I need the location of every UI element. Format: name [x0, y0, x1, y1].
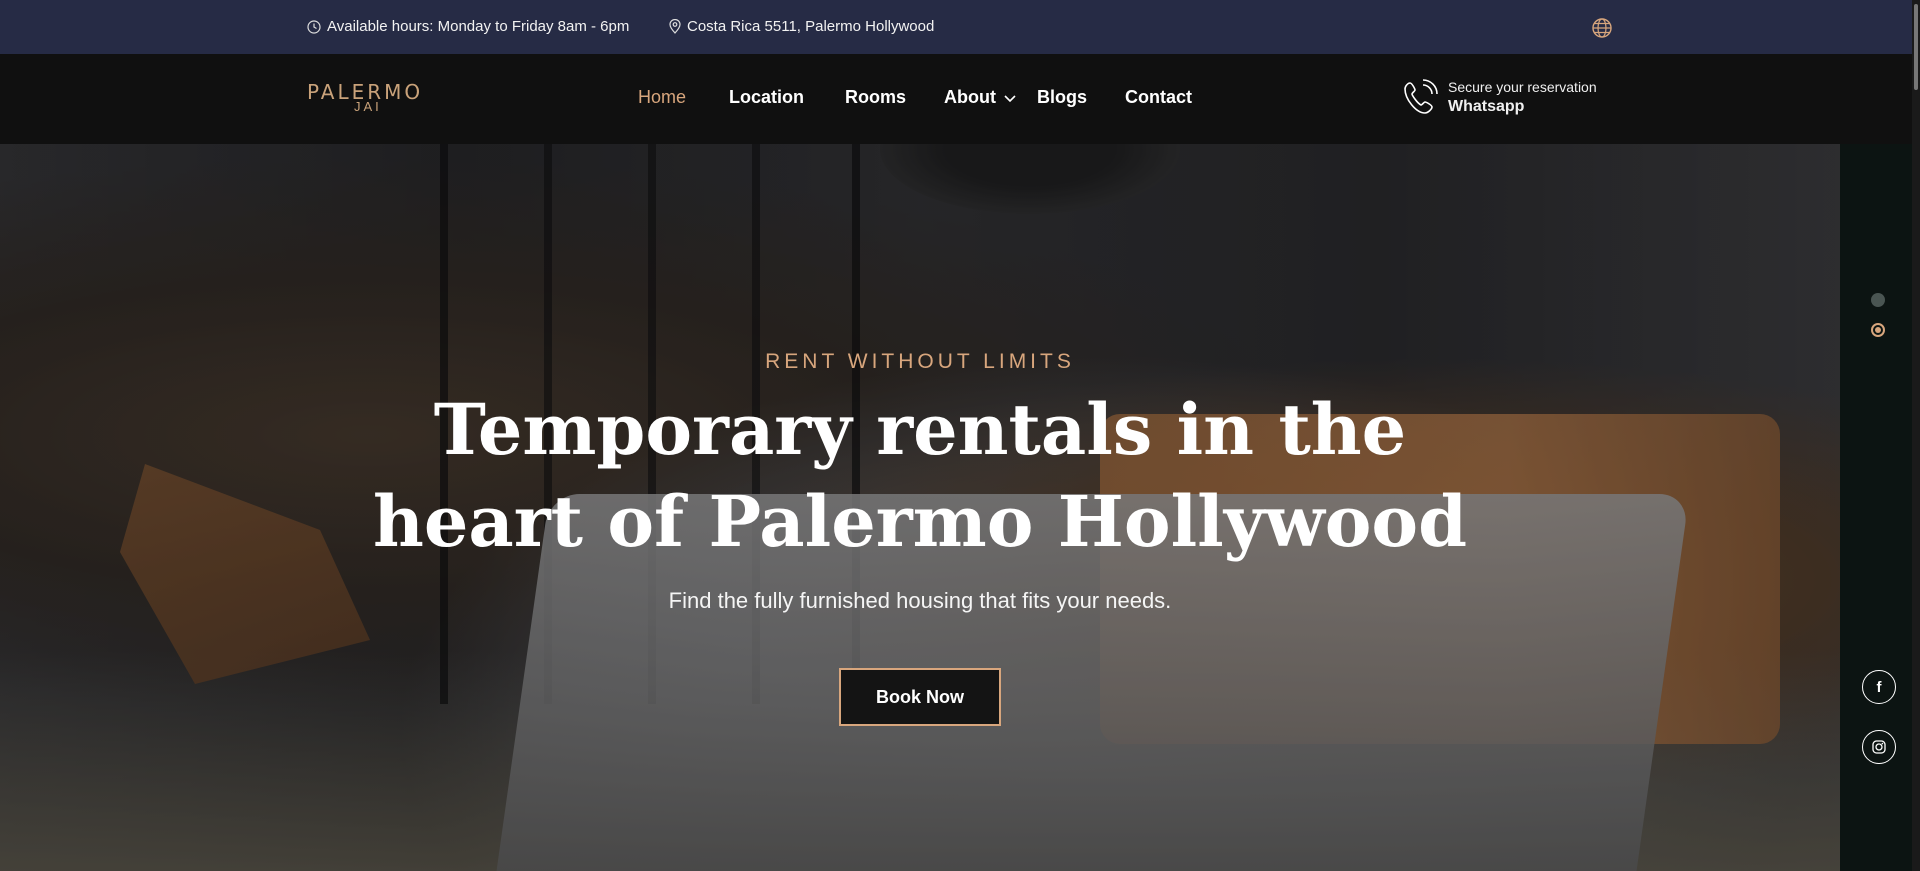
nav-rooms[interactable]: Rooms: [845, 87, 906, 108]
chevron-down-icon[interactable]: [1004, 95, 1016, 103]
globe-icon[interactable]: [1592, 18, 1612, 38]
top-info-bar: Available hours: Monday to Friday 8am - …: [0, 0, 1920, 54]
facebook-icon[interactable]: f: [1862, 670, 1896, 704]
main-navbar: PALERMO JAI Home Location Rooms About Bl…: [0, 54, 1920, 144]
slide-dot-2-active[interactable]: [1871, 323, 1885, 337]
logo-line2: JAI: [354, 99, 382, 114]
hero-headline-line1: Temporary rentals in the: [433, 388, 1407, 471]
whatsapp-label: Whatsapp: [1448, 98, 1525, 115]
hours-text: Available hours: Monday to Friday 8am - …: [327, 18, 630, 35]
address-info: Costa Rica 5511, Palermo Hollywood: [669, 18, 934, 35]
phone-icon: [1404, 79, 1438, 114]
address-text: Costa Rica 5511, Palermo Hollywood: [687, 18, 935, 35]
reservation-link[interactable]: Secure your reservation Whatsapp: [1402, 78, 1597, 118]
slide-dot-1[interactable]: [1871, 293, 1885, 307]
hero-section: RENT WITHOUT LIMITS Temporary rentals in…: [0, 144, 1840, 871]
instagram-icon[interactable]: [1862, 730, 1896, 764]
hero-subtitle: Find the fully furnished housing that fi…: [668, 588, 1172, 613]
location-pin-icon: [669, 19, 681, 34]
book-now-button[interactable]: Book Now: [839, 668, 1001, 726]
hero-content: RENT WITHOUT LIMITS Temporary rentals in…: [0, 144, 1840, 871]
facebook-glyph: f: [1876, 678, 1882, 696]
hours-info: Available hours: Monday to Friday 8am - …: [307, 18, 629, 35]
nav-blogs[interactable]: Blogs: [1037, 87, 1087, 108]
nav-location[interactable]: Location: [729, 87, 804, 108]
instagram-glyph: [1872, 740, 1886, 754]
logo[interactable]: PALERMO JAI: [307, 82, 431, 116]
nav-about[interactable]: About: [944, 87, 996, 108]
right-rail: f: [1840, 144, 1920, 871]
hero-headline: Temporary rentals in the heart of Palerm…: [0, 384, 1840, 568]
scrollbar-thumb[interactable]: [1914, 4, 1918, 90]
reservation-label: Secure your reservation: [1448, 79, 1597, 95]
nav-contact[interactable]: Contact: [1125, 87, 1192, 108]
hero-headline-line2: heart of Palermo Hollywood: [372, 480, 1468, 563]
clock-icon: [307, 19, 321, 34]
hero-eyebrow: RENT WITHOUT LIMITS: [765, 350, 1075, 373]
page-scrollbar[interactable]: [1912, 0, 1920, 871]
nav-home[interactable]: Home: [638, 87, 686, 108]
